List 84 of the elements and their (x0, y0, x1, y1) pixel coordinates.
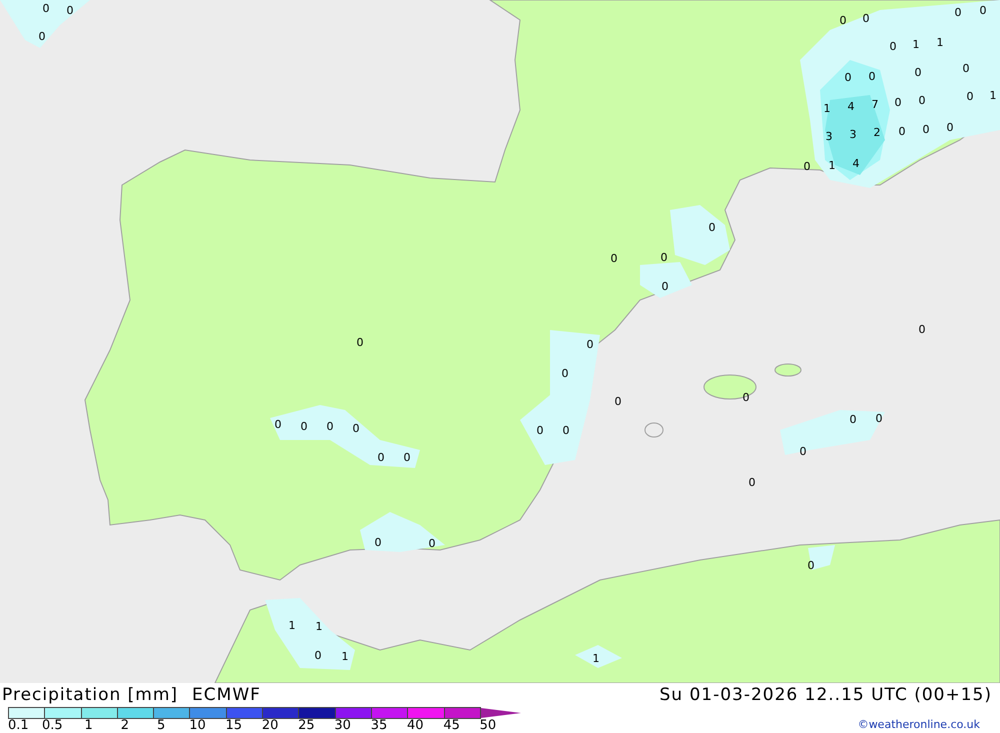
precipitation-area (575, 645, 622, 668)
island (644, 422, 664, 438)
precipitation-value: 0 (38, 30, 46, 43)
precipitation-value: 4 (848, 100, 854, 113)
precipitation-value: 0 (890, 40, 896, 53)
precipitation-value: 0 (980, 4, 986, 17)
precipitation-value: 0 (562, 424, 570, 437)
precipitation-value: 4 (852, 157, 860, 170)
precipitation-value: 0 (356, 336, 364, 349)
precipitation-value: 1 (824, 102, 830, 115)
precipitation-value: 0 (918, 94, 926, 107)
precipitation-value: 0 (274, 418, 282, 431)
precipitation-value: 0 (966, 90, 974, 103)
precipitation-value: 0 (66, 4, 74, 17)
precipitation-value: 0 (314, 649, 322, 662)
precipitation-value: 0 (742, 391, 750, 404)
scale-label: 0.5 (42, 719, 63, 733)
precipitation-value: 3 (826, 130, 832, 143)
precipitation-value: 0 (844, 71, 852, 84)
precipitation-value: 0 (868, 70, 876, 83)
scale-label: 15 (226, 719, 242, 733)
scale-label: 45 (443, 719, 460, 733)
precipitation-value: 0 (326, 420, 334, 433)
precipitation-value: 0 (614, 395, 622, 408)
scale-label: 10 (189, 719, 206, 733)
precipitation-value: 3 (850, 128, 856, 141)
island (704, 374, 756, 400)
precipitation-value: 0 (404, 451, 410, 464)
precipitation-value: 0 (610, 252, 618, 265)
precipitation-value: 0 (708, 221, 716, 234)
precipitation-value: 0 (876, 412, 882, 425)
precipitation-value: 0 (536, 424, 544, 437)
precipitation-value: 0 (894, 96, 902, 109)
credit-link[interactable]: ©weatheronline.co.uk (858, 718, 980, 731)
island (774, 364, 802, 376)
precipitation-value: 0 (946, 121, 954, 134)
precipitation-value: 0 (840, 14, 846, 27)
scale-label: 50 (480, 719, 496, 733)
precipitation-value: 0 (374, 536, 382, 549)
precipitation-value: 0 (660, 251, 668, 264)
scale-label: 0.1 (8, 719, 29, 733)
scale-label: 30 (334, 719, 351, 733)
precipitation-value: 0 (898, 125, 906, 138)
precipitation-value: 1 (990, 89, 996, 102)
precipitation-value: 1 (936, 36, 944, 49)
precipitation-value: 1 (288, 619, 296, 632)
precipitation-value: 7 (872, 98, 878, 111)
precipitation-value: 0 (850, 413, 856, 426)
scale-label: 1 (84, 719, 93, 733)
scale-label: 20 (262, 719, 278, 733)
precipitation-value: 0 (922, 123, 930, 136)
precipitation-value: 0 (962, 62, 970, 75)
precipitation-value: 0 (378, 451, 384, 464)
precipitation-value: 0 (918, 323, 926, 336)
precipitation-value: 0 (748, 476, 756, 489)
scale-label: 40 (407, 719, 424, 733)
scale-label: 2 (120, 719, 130, 733)
precipitation-value: 0 (428, 537, 436, 550)
precipitation-value: 0 (862, 12, 870, 25)
precipitation-value: 0 (914, 66, 922, 79)
scale-label: 35 (370, 719, 388, 733)
precipitation-value: 1 (828, 159, 836, 172)
precipitation-value: 0 (808, 559, 814, 572)
precipitation-value: 0 (804, 160, 810, 173)
legend-title: Precipitation [mm] (2, 684, 178, 707)
precipitation-value: 2 (874, 126, 880, 139)
precipitation-value: 0 (954, 6, 962, 19)
precipitation-value: 0 (352, 422, 360, 435)
precipitation-value: 0 (42, 2, 50, 15)
precipitation-value: 0 (300, 420, 308, 433)
precipitation-area (808, 545, 835, 570)
forecast-time: Su 01-03-2026 12..15 UTC (00+15) (659, 684, 992, 707)
model-name: ECMWF (192, 684, 261, 707)
scale-label: 25 (298, 719, 315, 733)
precipitation-value: 1 (912, 38, 920, 51)
precipitation-value: 1 (316, 620, 322, 633)
precipitation-value: 1 (592, 652, 600, 665)
precipitation-value: 1 (342, 650, 348, 663)
scale-label: 5 (157, 719, 166, 733)
scale-arrow-icon (480, 708, 521, 718)
precipitation-value: 0 (562, 367, 568, 380)
precipitation-value: 0 (662, 280, 668, 293)
precipitation-value: 0 (586, 338, 594, 351)
precipitation-value: 0 (800, 445, 806, 458)
